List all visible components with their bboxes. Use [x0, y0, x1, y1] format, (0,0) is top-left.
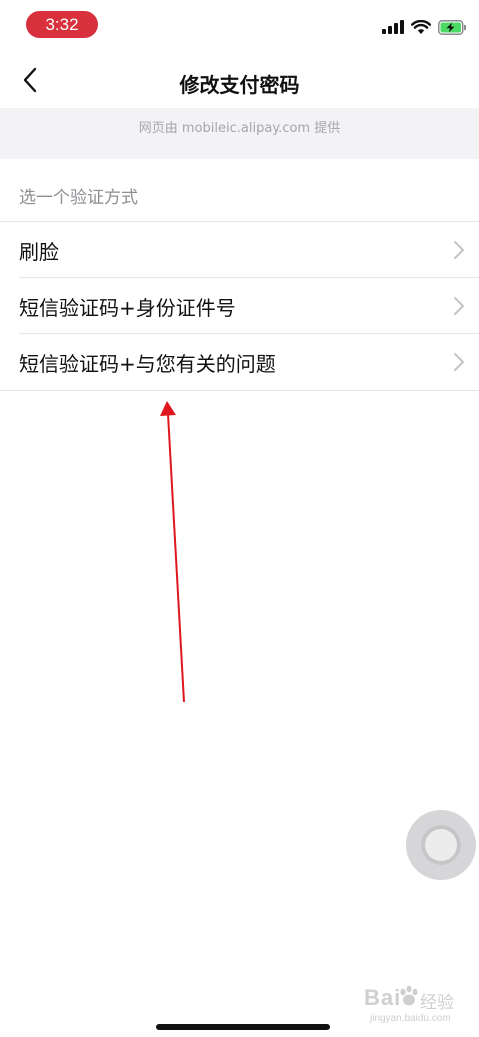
paw-logo-icon — [400, 985, 418, 1006]
provider-banner: 网页由 mobileic.alipay.com 提供 — [0, 108, 479, 159]
assistive-touch-button[interactable] — [406, 810, 476, 880]
status-icons — [382, 18, 467, 36]
option-sms-id-number[interactable]: 短信验证码+身份证件号 — [0, 278, 479, 334]
chevron-right-icon — [454, 353, 464, 371]
watermark-brand: Bai — [364, 985, 402, 1010]
assistive-touch-core — [421, 825, 461, 865]
watermark-text: 经验 — [420, 993, 454, 1013]
chevron-right-icon — [454, 241, 464, 259]
option-label: 短信验证码+与您有关的问题 — [19, 352, 276, 376]
battery-charging-icon — [438, 19, 466, 35]
home-indicator[interactable] — [156, 1024, 330, 1030]
status-time: 3:32 — [26, 11, 98, 38]
section-header: 选一个验证方式 — [19, 188, 138, 208]
divider — [0, 390, 479, 391]
page-title: 修改支付密码 — [179, 73, 300, 97]
watermark: Bai 经验 jingyan.baidu.com — [364, 985, 472, 1029]
option-label: 短信验证码+身份证件号 — [19, 296, 236, 320]
chevron-right-icon — [454, 297, 464, 315]
cellular-signal-icon — [382, 20, 404, 34]
watermark-url: jingyan.baidu.com — [370, 1013, 451, 1024]
navigation-bar: 修改支付密码 — [0, 52, 479, 108]
option-face-recognition[interactable]: 刷脸 — [0, 222, 479, 278]
option-sms-security-question[interactable]: 短信验证码+与您有关的问题 — [0, 334, 479, 390]
wifi-icon — [411, 19, 431, 34]
status-bar: 3:32 — [0, 0, 479, 48]
option-label: 刷脸 — [19, 240, 59, 264]
